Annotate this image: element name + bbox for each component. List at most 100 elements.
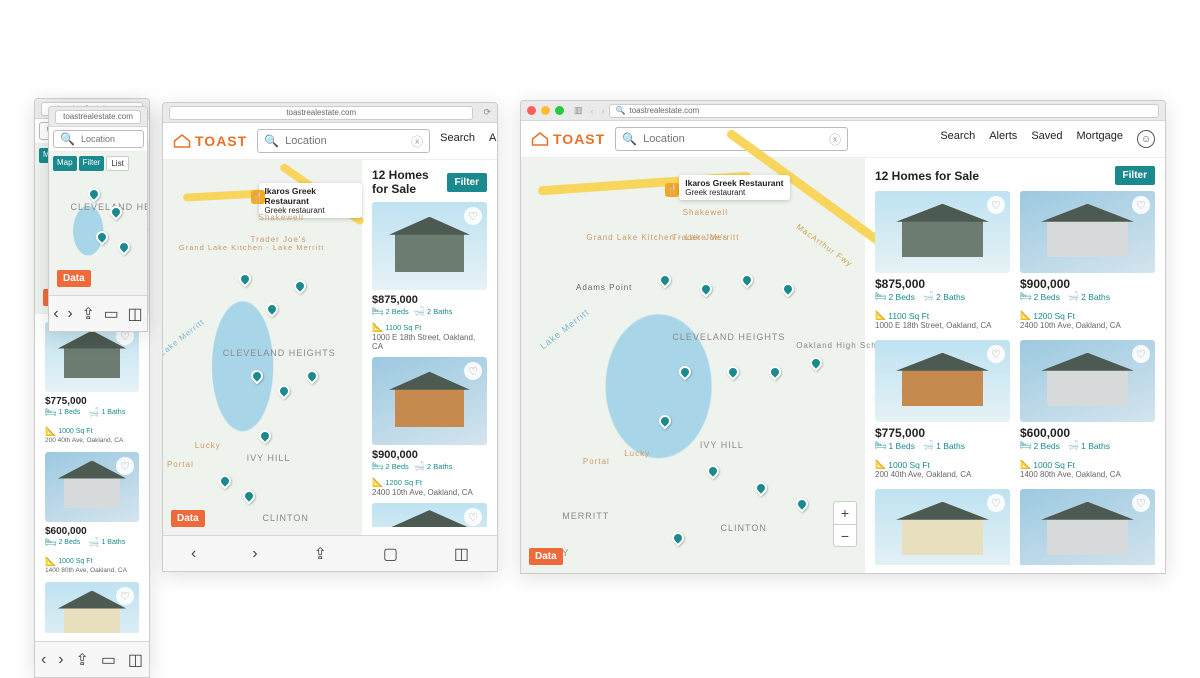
listing-card[interactable]: ♡ $600,000 2 Beds 1 Baths 1000 Sq Ft 140… [1020,340,1155,479]
map-poi[interactable]: Shakewell [683,208,728,217]
favorite-icon[interactable]: ♡ [987,494,1005,512]
nav-alerts[interactable]: Alerts [489,132,498,150]
map-poi[interactable]: Portal [583,457,610,466]
nav-forward-icon[interactable]: › [252,545,257,563]
favorite-icon[interactable]: ♡ [464,508,482,526]
nav-forward-icon[interactable]: › [67,305,72,323]
map-pin[interactable] [94,228,111,245]
favorite-icon[interactable]: ♡ [116,587,134,605]
tabs-icon[interactable]: ◫ [127,304,142,324]
nav-forward-icon[interactable]: › [58,651,63,669]
nav-back-icon[interactable]: ‹ [41,651,46,669]
restaurant-icon[interactable]: 🍴 [251,190,265,204]
map-poi[interactable]: Grand Lake Kitchen - Lake Merritt [586,233,666,242]
map-pin[interactable] [656,413,673,430]
bookmarks-icon[interactable]: ▢ [383,544,398,564]
user-icon[interactable]: ☺ [1137,130,1155,148]
bookmarks-icon[interactable]: ▭ [101,650,116,670]
listing-card[interactable]: ♡ $900,000 2 Beds 2 Baths 1200 Sq Ft 200… [45,582,139,633]
listing-card[interactable]: ♡ $900,000 [875,489,1010,565]
listing-card[interactable]: ♡ $775,000 1 Beds 1 Baths 1000 Sq Ft 200… [875,340,1010,479]
map-data-badge[interactable]: Data [57,270,91,287]
tabs-icon[interactable]: ◫ [128,650,143,670]
map-pin[interactable] [248,368,265,385]
map-view[interactable]: Ikaros Greek Restaurant Greek restaurant… [163,160,362,535]
map-poi[interactable]: Lucky [624,449,650,458]
nav-mortgage[interactable]: Mortgage [1077,130,1123,148]
close-icon[interactable] [527,106,536,115]
share-icon[interactable]: ⇪ [76,650,89,670]
map-pin[interactable] [677,363,694,380]
favorite-icon[interactable]: ♡ [1132,494,1150,512]
map-pin[interactable] [304,368,321,385]
search-input[interactable]: 🔍 ⓧ [257,129,430,153]
clear-icon[interactable]: ⓧ [411,133,423,150]
map-pin[interactable] [670,529,687,546]
favorite-icon[interactable]: ♡ [1132,196,1150,214]
map-pin[interactable] [292,278,309,295]
map-view[interactable]: MacArthur Fwy 🍴 Ikaros Greek Restaurant … [521,158,865,573]
favorite-icon[interactable]: ♡ [987,345,1005,363]
map-pin[interactable] [704,463,721,480]
search-field[interactable] [285,135,405,147]
nav-alerts[interactable]: Alerts [989,130,1017,148]
toggle-map[interactable]: Map [53,156,77,171]
favorite-icon[interactable]: ♡ [464,362,482,380]
map-pin[interactable] [697,280,714,297]
zoom-out-button[interactable]: − [834,524,856,546]
sidebar-icon[interactable]: ▥ [574,105,583,116]
map-pin[interactable] [752,479,769,496]
listing-card[interactable]: ♡ $775,000 [1020,489,1155,565]
listing-card[interactable]: ♡ $775,000 1 Beds 1 Baths 1000 Sq Ft 200… [45,322,139,444]
brand-logo[interactable]: TOAST [173,132,247,150]
nav-back-icon[interactable]: ‹ [191,545,196,563]
favorite-icon[interactable]: ♡ [987,196,1005,214]
map-poi-callout[interactable]: Ikaros Greek Restaurant Greek restaurant [679,175,789,201]
listing-card[interactable]: ♡ $900,000 2 Beds 2 Baths 1200 Sq Ft 240… [1020,191,1155,330]
map-poi[interactable]: Portal [167,460,194,469]
nav-search[interactable]: Search [440,132,475,150]
map-pin[interactable] [766,363,783,380]
zoom-in-button[interactable]: + [834,502,856,524]
map-data-badge[interactable]: Data [529,548,563,565]
share-icon[interactable]: ⇪ [314,544,327,564]
tabs-icon[interactable]: ◫ [454,544,469,564]
map-poi[interactable]: Trader Joe's [251,235,307,244]
bookmarks-icon[interactable]: ▭ [104,304,119,324]
share-icon[interactable]: ⇪ [81,304,94,324]
clear-icon[interactable]: ⓧ [829,131,841,148]
map-pin[interactable] [276,383,293,400]
nav-back-icon[interactable]: ‹ [53,305,58,323]
listing-card[interactable]: ♡ $900,000 2 Beds 2 Baths 1200 Sq Ft 240… [372,357,487,497]
map-pin[interactable] [256,428,273,445]
url-display[interactable]: 🔍 toastrealestate.com [609,104,1159,118]
nav-forward-icon[interactable]: › [602,106,605,116]
map-poi[interactable]: Lucky [195,441,221,450]
listing-card[interactable]: ♡ [372,503,487,527]
map-pin[interactable] [739,272,756,289]
search-field[interactable] [81,134,137,144]
nav-saved[interactable]: Saved [1031,130,1062,148]
map-pin[interactable] [264,300,281,317]
map-pin[interactable] [780,280,797,297]
listing-card[interactable]: ♡ $875,000 2 Beds 2 Baths 1100 Sq Ft 100… [875,191,1010,330]
minimize-icon[interactable] [541,106,550,115]
search-input[interactable]: 🔍 [53,130,144,148]
map-pin[interactable] [240,488,257,505]
nav-back-icon[interactable]: ‹ [591,106,594,116]
map-view[interactable]: Map Filter List CLEVELAND HEIGHTS Data [49,152,147,295]
map-data-badge[interactable]: Data [171,510,205,527]
restaurant-icon[interactable]: 🍴 [665,183,679,197]
map-pin[interactable] [115,238,132,255]
reload-icon[interactable]: ⟳ [483,107,491,118]
toggle-list[interactable]: List [106,156,128,171]
toggle-filter[interactable]: Filter [79,156,105,171]
map-pin[interactable] [236,270,253,287]
map-pin[interactable] [725,363,742,380]
map-pin[interactable] [86,185,103,202]
map-pin[interactable] [656,272,673,289]
map-pin[interactable] [216,473,233,490]
map-pin[interactable] [794,496,811,513]
brand-logo[interactable]: TOAST [531,130,605,148]
window-controls[interactable] [527,106,564,115]
